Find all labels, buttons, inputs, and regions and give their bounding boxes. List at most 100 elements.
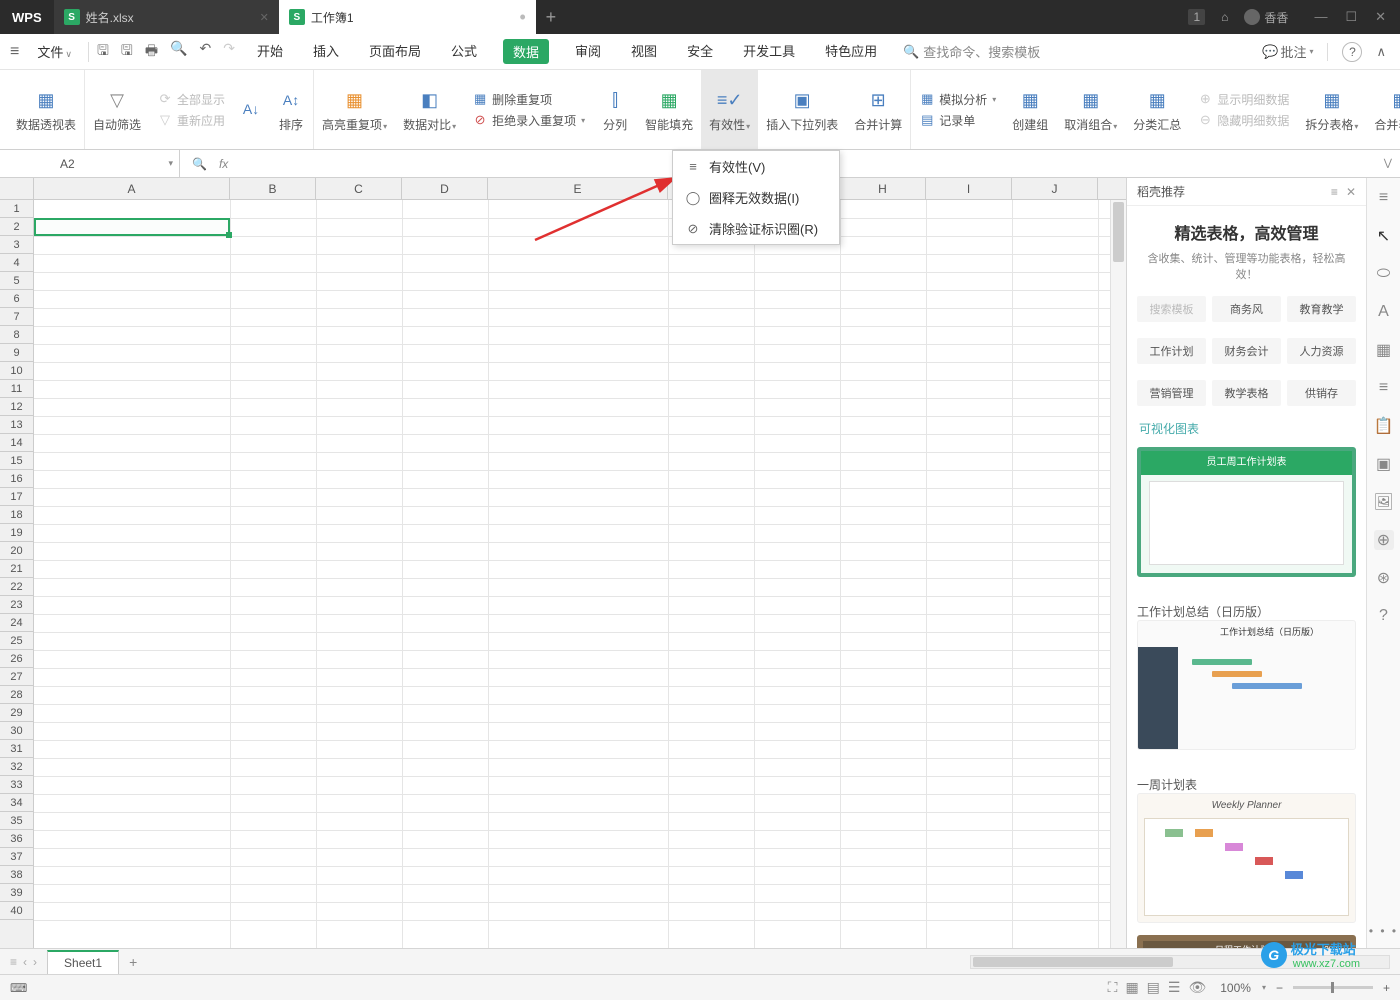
file-tab-1[interactable]: S 工作簿1 • [279, 0, 536, 34]
help-icon[interactable]: ? [1342, 42, 1362, 62]
redo-icon[interactable]: ↷ [223, 40, 235, 64]
row-header-11[interactable]: 11 [0, 380, 33, 398]
row-header-24[interactable]: 24 [0, 614, 33, 632]
row-header-30[interactable]: 30 [0, 722, 33, 740]
close-icon[interactable]: ✕ [1375, 9, 1386, 25]
reapply-button[interactable]: ▽重新应用 [157, 112, 225, 129]
merge-tables-button[interactable]: ▦ 合并表格▾ [1366, 70, 1400, 149]
user-account[interactable]: 香香 [1244, 9, 1288, 26]
panel-menu-icon[interactable]: ≡ [1331, 185, 1338, 199]
row-header-34[interactable]: 34 [0, 794, 33, 812]
show-all-button[interactable]: ⟳全部显示 [157, 91, 225, 108]
list-icon[interactable]: ≡ [1374, 378, 1394, 398]
template-card-2[interactable]: Weekly Planner [1137, 793, 1356, 923]
row-header-12[interactable]: 12 [0, 398, 33, 416]
row-header-33[interactable]: 33 [0, 776, 33, 794]
consolidate-button[interactable]: ⊞ 合并计算 [846, 70, 911, 149]
delete-duplicates-button[interactable]: ▦删除重复项 [472, 91, 585, 108]
undo-icon[interactable]: ↶ [199, 40, 211, 64]
column-header-B[interactable]: B [230, 178, 316, 199]
ribbon-tab-审阅[interactable]: 审阅 [571, 39, 605, 64]
ribbon-tab-视图[interactable]: 视图 [627, 39, 661, 64]
data-compare-button[interactable]: ◧ 数据对比▾ [395, 70, 464, 149]
more-icon[interactable]: • • • [1369, 924, 1398, 938]
row-header-26[interactable]: 26 [0, 650, 33, 668]
image-icon[interactable]: 🖼 [1374, 492, 1394, 512]
row-header-10[interactable]: 10 [0, 362, 33, 380]
template-card-3[interactable]: 日程工作计划表 2020 [1137, 935, 1356, 948]
text-icon[interactable]: A [1374, 302, 1394, 322]
row-header-4[interactable]: 4 [0, 254, 33, 272]
cursor-icon[interactable]: ↖ [1374, 226, 1394, 246]
download-icon[interactable]: ⊕ [1374, 530, 1394, 550]
row-header-23[interactable]: 23 [0, 596, 33, 614]
row-header-27[interactable]: 27 [0, 668, 33, 686]
row-header-25[interactable]: 25 [0, 632, 33, 650]
tag-education[interactable]: 教育教学 [1287, 296, 1356, 322]
row-header-15[interactable]: 15 [0, 452, 33, 470]
row-header-3[interactable]: 3 [0, 236, 33, 254]
command-search[interactable]: 🔍 查找命令、搜索模板 [903, 42, 1040, 61]
row-header-7[interactable]: 7 [0, 308, 33, 326]
ribbon-tab-公式[interactable]: 公式 [447, 39, 481, 64]
column-header-D[interactable]: D [402, 178, 488, 199]
row-header-1[interactable]: 1 [0, 200, 33, 218]
tag-hr[interactable]: 人力资源 [1287, 338, 1356, 364]
scrollbar-thumb[interactable] [1113, 202, 1124, 262]
zoom-level[interactable]: 100% [1220, 981, 1251, 995]
maximize-icon[interactable]: ☐ [1345, 9, 1357, 25]
column-header-A[interactable]: A [34, 178, 230, 199]
home-icon[interactable]: ⌂ [1221, 10, 1228, 24]
row-header-38[interactable]: 38 [0, 866, 33, 884]
ribbon-tab-插入[interactable]: 插入 [309, 39, 343, 64]
row-header-37[interactable]: 37 [0, 848, 33, 866]
split-table-button[interactable]: ▦ 拆分表格▾ [1297, 70, 1366, 149]
normal-view-icon[interactable]: ▦ [1125, 979, 1138, 996]
column-header-I[interactable]: I [926, 178, 1012, 199]
sheet-prev-icon[interactable]: ‹ [23, 955, 27, 969]
print-preview-icon[interactable]: 🔍 [170, 40, 187, 64]
group-button[interactable]: ▦ 创建组 [1004, 70, 1056, 149]
ribbon-tab-安全[interactable]: 安全 [683, 39, 717, 64]
ribbon-tab-数据[interactable]: 数据 [503, 39, 549, 64]
hamburger-icon[interactable]: ≡ [1374, 188, 1394, 208]
table-icon[interactable]: ▦ [1374, 340, 1394, 360]
zoom-out-icon[interactable]: − [1276, 981, 1283, 995]
row-header-13[interactable]: 13 [0, 416, 33, 434]
row-header-5[interactable]: 5 [0, 272, 33, 290]
sheet-next-icon[interactable]: › [33, 955, 37, 969]
row-header-40[interactable]: 40 [0, 902, 33, 920]
row-header-39[interactable]: 39 [0, 884, 33, 902]
tag-business[interactable]: 商务风 [1212, 296, 1281, 322]
smart-fill-button[interactable]: ▦ 智能填充 [637, 70, 701, 149]
expand-formula-icon[interactable]: ⋁ [1376, 158, 1400, 169]
row-header-16[interactable]: 16 [0, 470, 33, 488]
clipboard-icon[interactable]: 📋 [1374, 416, 1394, 436]
reading-view-icon[interactable]: ☰ [1168, 979, 1181, 996]
row-header-8[interactable]: 8 [0, 326, 33, 344]
dropdown-item-validity[interactable]: ≡ 有效性(V) [673, 151, 839, 182]
whatif-button[interactable]: ▦模拟分析▾ [919, 91, 996, 108]
notification-badge[interactable]: 1 [1188, 9, 1205, 25]
row-header-32[interactable]: 32 [0, 758, 33, 776]
fullscreen-icon[interactable]: ⛶ [1108, 979, 1118, 996]
scrollbar-thumb[interactable] [973, 957, 1173, 967]
row-header-20[interactable]: 20 [0, 542, 33, 560]
sheet-tab-active[interactable]: Sheet1 [47, 950, 119, 974]
reject-duplicates-button[interactable]: ⊘拒绝录入重复项▾ [472, 112, 585, 129]
text-to-columns-button[interactable]: ⫿ 分列 [593, 70, 637, 149]
cells-area[interactable] [34, 200, 1126, 948]
settings-icon[interactable]: ⊛ [1374, 568, 1394, 588]
column-header-C[interactable]: C [316, 178, 402, 199]
hamburger-icon[interactable]: ≡ [0, 43, 29, 61]
search-fx-icon[interactable]: 🔍 [192, 157, 207, 171]
dropdown-item-circle-invalid[interactable]: ◯ 圈释无效数据(I) [673, 182, 839, 213]
name-box[interactable]: A2 ▾ [0, 150, 180, 177]
tab-pin-icon[interactable]: ✕ [260, 11, 269, 24]
vertical-scrollbar[interactable] [1110, 200, 1126, 948]
save-as-icon[interactable]: 🖫 [121, 40, 133, 64]
template-card-0[interactable]: 员工周工作计划表 [1137, 447, 1356, 577]
column-header-H[interactable]: H [840, 178, 926, 199]
eye-icon[interactable]: 👁 [1188, 979, 1206, 996]
collapse-ribbon-icon[interactable]: ∧ [1376, 44, 1386, 60]
